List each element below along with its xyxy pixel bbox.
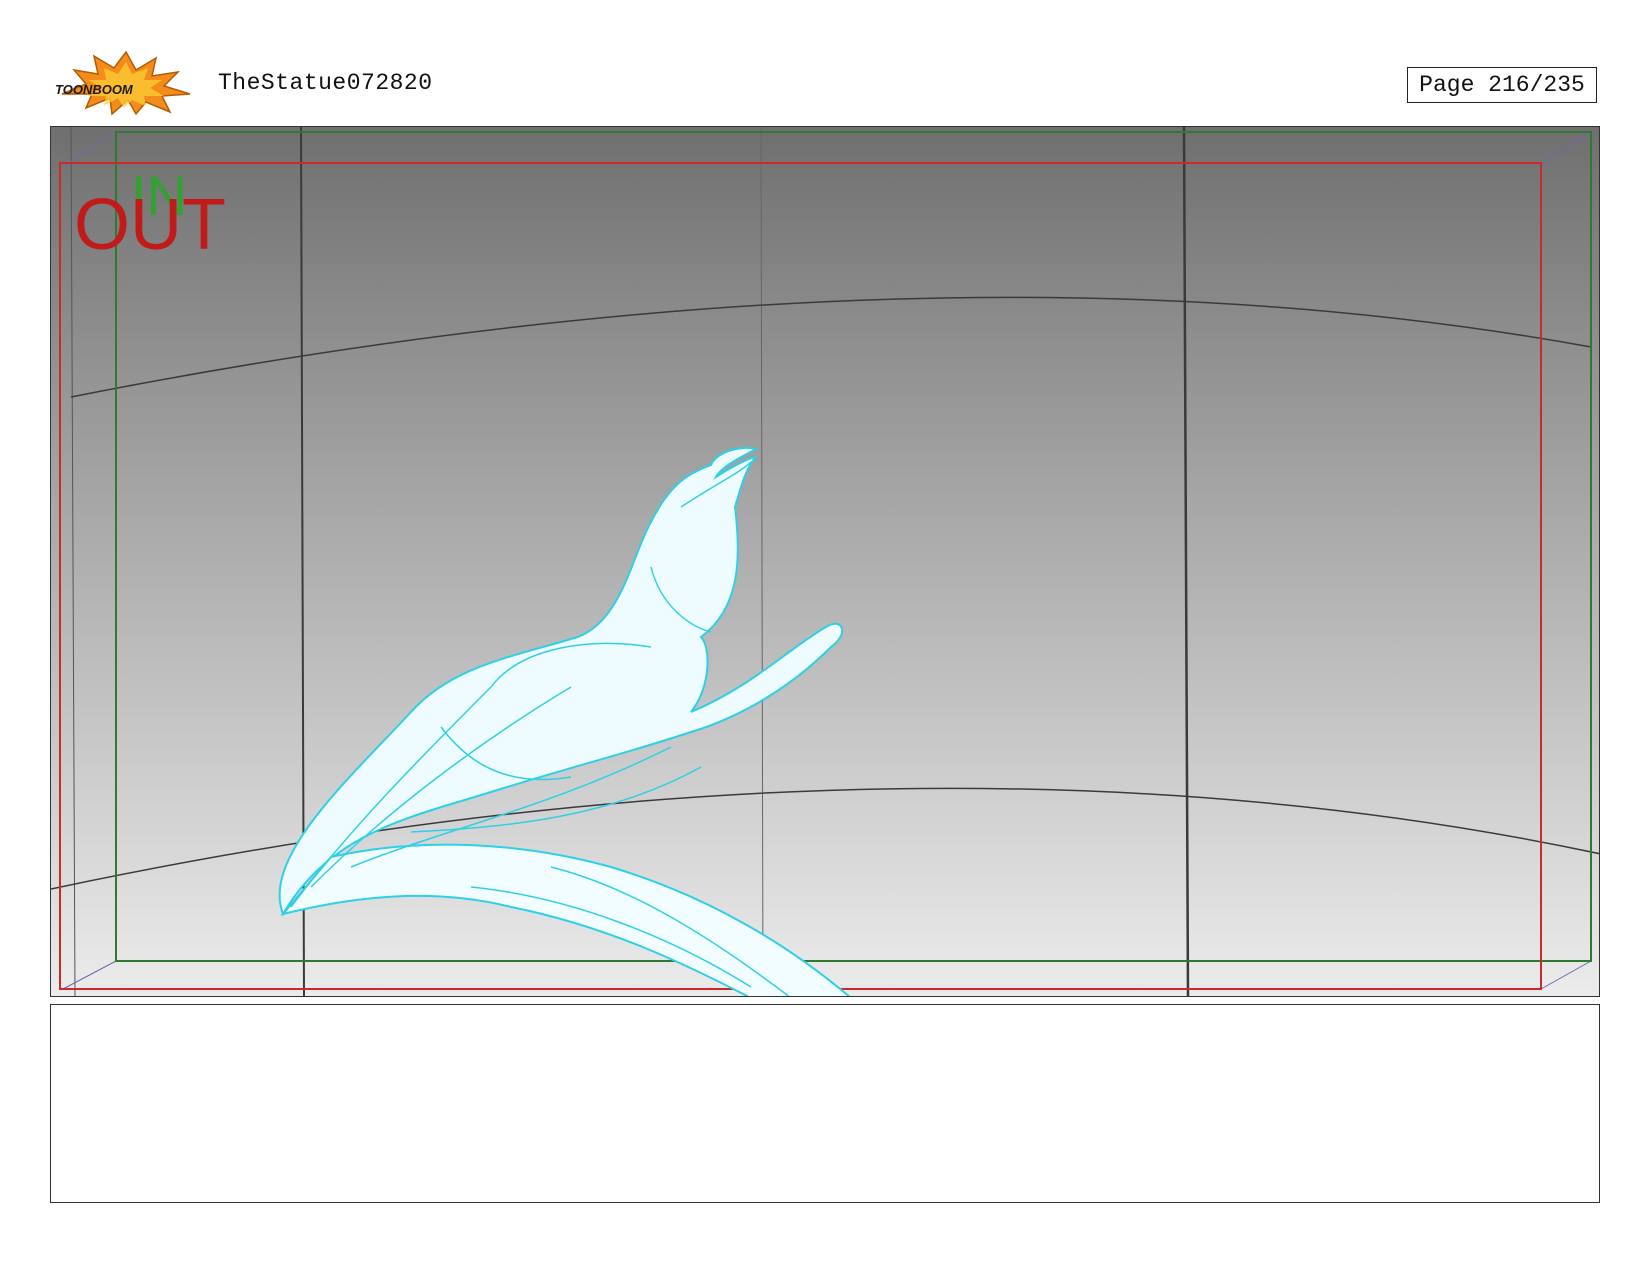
toonboom-logo: TOONBOOM	[52, 50, 200, 116]
logo-text: TOONBOOM	[55, 82, 134, 97]
panel-background	[51, 127, 1599, 996]
caption-text	[51, 1005, 1599, 1029]
storyboard-panel: IN OUT	[50, 126, 1600, 997]
out-label: OUT	[74, 185, 226, 265]
document-title: TheStatue072820	[218, 70, 433, 96]
page-number: Page 216/235	[1407, 67, 1597, 103]
caption-box	[50, 1004, 1600, 1203]
